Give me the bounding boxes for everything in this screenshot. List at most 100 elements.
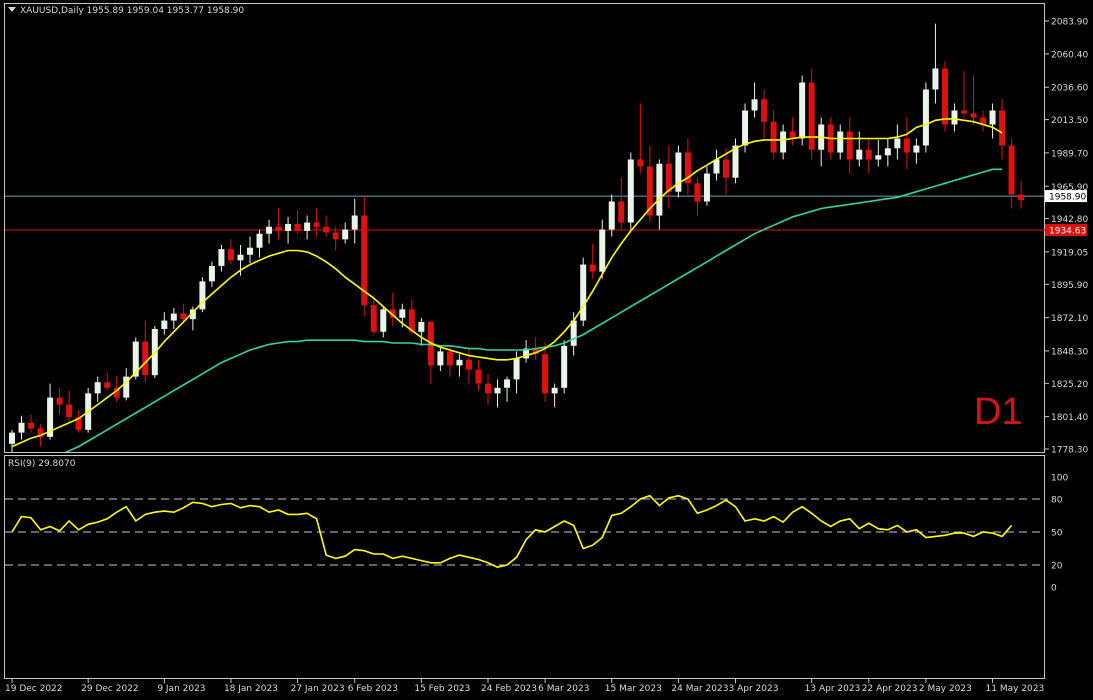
candle-body-bear bbox=[485, 383, 491, 394]
candle-body-bull bbox=[161, 320, 168, 329]
date-tick-label: 15 Mar 2023 bbox=[605, 684, 662, 694]
candle-body-bull bbox=[703, 173, 710, 202]
candle-body-bull bbox=[599, 229, 606, 272]
candle-body-bear bbox=[1008, 145, 1015, 195]
rsi-tick-label: 100 bbox=[1051, 474, 1068, 484]
price-tick-label: 1989.70 bbox=[1051, 149, 1088, 159]
candle-body-bear bbox=[808, 82, 815, 150]
candle-body-bull bbox=[989, 110, 996, 125]
date-tick-label: 22 Apr 2023 bbox=[862, 684, 918, 694]
price-tick-label: 1895.90 bbox=[1051, 281, 1088, 291]
candle-body-bull bbox=[418, 321, 425, 332]
date-tick-label: 19 Dec 2022 bbox=[5, 684, 63, 694]
candle-body-bull bbox=[218, 249, 225, 266]
candle-body-bear bbox=[665, 163, 672, 192]
candle-body-bull bbox=[884, 148, 891, 156]
candle-body-bull bbox=[380, 309, 387, 332]
rsi-tick-label: 20 bbox=[1051, 562, 1063, 572]
candle-body-bear bbox=[961, 110, 967, 114]
candle-body-bear bbox=[465, 359, 472, 370]
price-tick-label: 1848.30 bbox=[1051, 347, 1088, 357]
candle-body-bull bbox=[656, 163, 663, 216]
candle-body-bear bbox=[903, 138, 910, 153]
candle-body-bear bbox=[865, 149, 872, 160]
date-tick-label: 29 Dec 2022 bbox=[81, 684, 139, 694]
candle-body-bull bbox=[266, 226, 273, 234]
candle-body-bull bbox=[894, 138, 901, 149]
rsi-tick-label: 50 bbox=[1051, 529, 1063, 539]
date-tick-label: 24 Feb 2023 bbox=[481, 684, 537, 694]
candle-body-bull bbox=[837, 131, 844, 153]
candle-body-bear bbox=[618, 201, 625, 223]
chart-svg[interactable]: 2083.902060.402036.602013.501989.701965.… bbox=[0, 0, 1093, 700]
date-tick-label: 3 Apr 2023 bbox=[729, 684, 779, 694]
candle-body-bear bbox=[542, 354, 549, 394]
price-tick-label: 2083.90 bbox=[1051, 18, 1088, 28]
candle-body-bear bbox=[323, 226, 330, 233]
candle-body-bear bbox=[770, 121, 777, 153]
candle-body-bull bbox=[580, 264, 587, 321]
price-tick-label: 1801.40 bbox=[1051, 413, 1088, 423]
date-tick-label: 2 May 2023 bbox=[919, 684, 972, 694]
candle-body-bull bbox=[875, 155, 882, 160]
date-tick-label: 18 Jan 2023 bbox=[224, 684, 278, 694]
candle-body-bull bbox=[675, 152, 682, 192]
candle-body-bull bbox=[9, 432, 15, 444]
candle-body-bull bbox=[951, 110, 958, 125]
price-tick-label: 2036.60 bbox=[1051, 84, 1088, 94]
rsi-tick-label: 0 bbox=[1051, 584, 1057, 594]
candle-body-bull bbox=[170, 313, 177, 321]
current-price-tag: 1958.90 bbox=[1049, 193, 1086, 203]
price-tick-label: 1942.80 bbox=[1051, 215, 1088, 225]
candle-body-bull bbox=[399, 309, 406, 318]
candle-body-bear bbox=[180, 313, 187, 320]
candle-body-bear bbox=[28, 422, 35, 429]
candle-body-bull bbox=[342, 229, 349, 240]
candle-body-bull bbox=[513, 358, 520, 380]
candles-group bbox=[9, 23, 1025, 452]
candle-body-bear bbox=[589, 264, 596, 272]
candle-body-bull bbox=[913, 145, 920, 153]
candle-body-bull bbox=[237, 254, 244, 261]
candle-body-bear bbox=[475, 369, 482, 384]
candle-body-bull bbox=[922, 89, 929, 146]
candle-body-bear bbox=[999, 110, 1006, 146]
candle-body-bear bbox=[313, 222, 320, 227]
price-tick-label: 1919.05 bbox=[1051, 248, 1088, 258]
candle-body-bull bbox=[627, 159, 634, 223]
candle-body-bear bbox=[104, 382, 111, 388]
date-tick-label: 24 Mar 2023 bbox=[671, 684, 728, 694]
candle-body-bull bbox=[18, 422, 25, 433]
dropdown-triangle-icon[interactable] bbox=[8, 7, 16, 12]
candle-body-bear bbox=[846, 131, 853, 160]
candle-body-bull bbox=[799, 82, 806, 139]
candle-body-bull bbox=[456, 359, 463, 366]
candle-body-bear bbox=[941, 68, 948, 125]
candle-body-bull bbox=[247, 247, 253, 255]
candle-body-bear bbox=[694, 183, 701, 202]
date-tick-label: 6 Mar 2023 bbox=[538, 684, 589, 694]
date-tick-label: 13 Apr 2023 bbox=[805, 684, 861, 694]
candle-body-bull bbox=[780, 131, 787, 153]
price-tick-label: 1778.30 bbox=[1051, 446, 1088, 456]
level-price-tag: 1934.63 bbox=[1049, 227, 1086, 237]
candle-body-bull bbox=[285, 223, 292, 231]
candle-body-bear bbox=[970, 113, 977, 118]
rsi-header: RSI(9) 29.8070 bbox=[8, 459, 76, 469]
candle-body-bull bbox=[742, 110, 749, 146]
candle-body-bull bbox=[304, 222, 311, 231]
candle-body-bull bbox=[94, 382, 101, 394]
date-tick-label: 27 Jan 2023 bbox=[291, 684, 345, 694]
candle-body-bull bbox=[256, 233, 263, 248]
price-tick-label: 1872.10 bbox=[1051, 314, 1088, 324]
candle-body-bear bbox=[637, 159, 644, 167]
ma-slow-line bbox=[64, 168, 1003, 452]
candle-body-bear bbox=[723, 159, 729, 178]
date-tick-label: 9 Jan 2023 bbox=[157, 684, 205, 694]
symbol-header: XAUUSD,Daily 1955.89 1959.04 1953.77 195… bbox=[8, 6, 244, 16]
candle-body-bear bbox=[56, 397, 63, 405]
candle-body-bear bbox=[227, 249, 234, 261]
rsi-tick-label: 80 bbox=[1051, 496, 1063, 506]
candle-body-bull bbox=[351, 215, 358, 230]
candle-body-bull bbox=[561, 345, 568, 388]
